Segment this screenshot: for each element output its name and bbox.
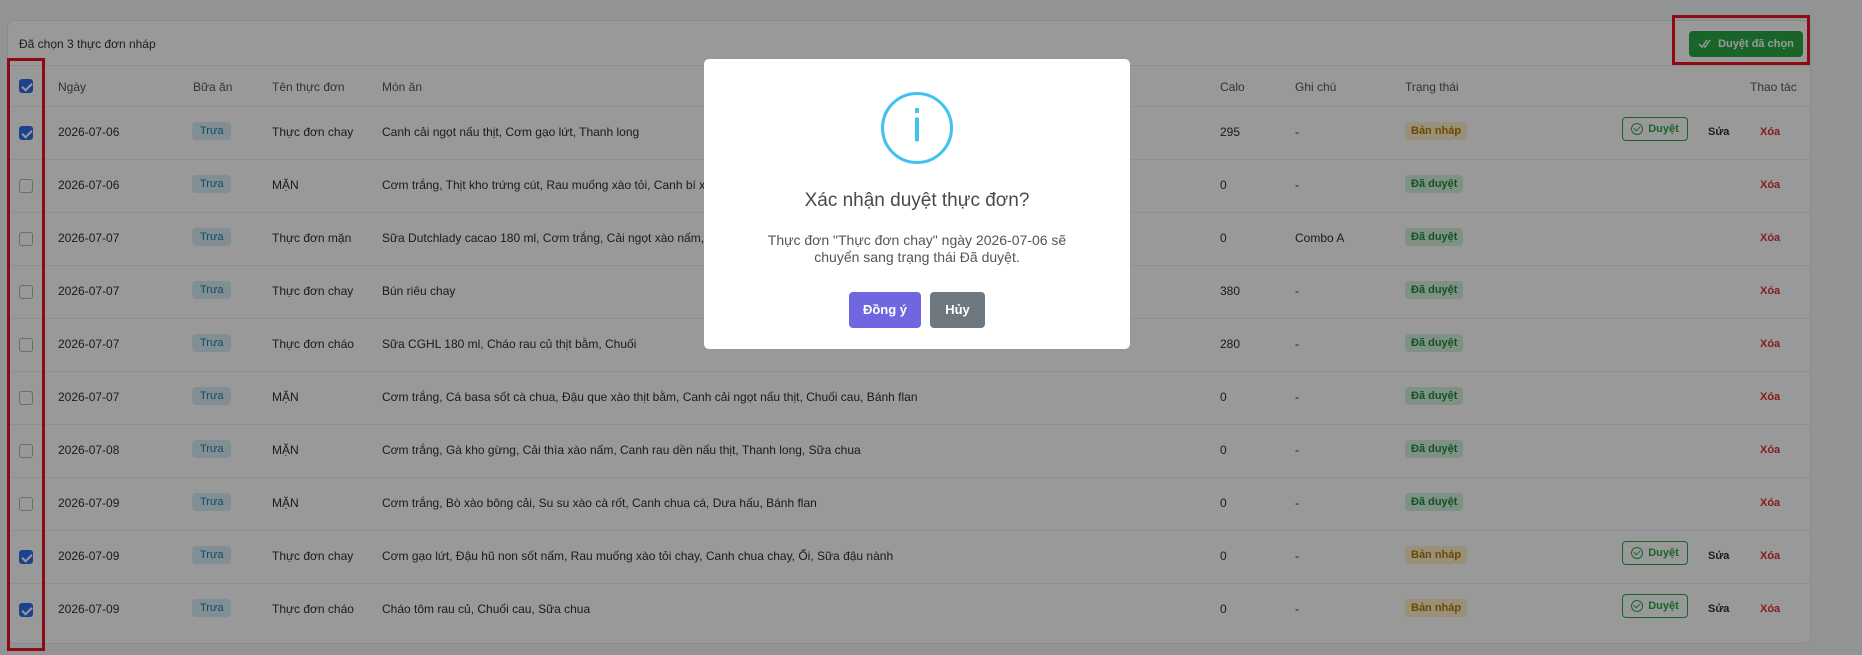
- confirm-dialog: i Xác nhận duyệt thực đơn? Thực đơn "Thự…: [704, 59, 1130, 349]
- dialog-title: Xác nhận duyệt thực đơn?: [804, 190, 1030, 211]
- confirm-button[interactable]: Đồng ý: [849, 292, 921, 328]
- cancel-button[interactable]: Hủy: [930, 292, 985, 328]
- info-icon: i: [881, 92, 953, 164]
- dialog-message: Thực đơn "Thực đơn chay" ngày 2026-07-06…: [767, 232, 1067, 265]
